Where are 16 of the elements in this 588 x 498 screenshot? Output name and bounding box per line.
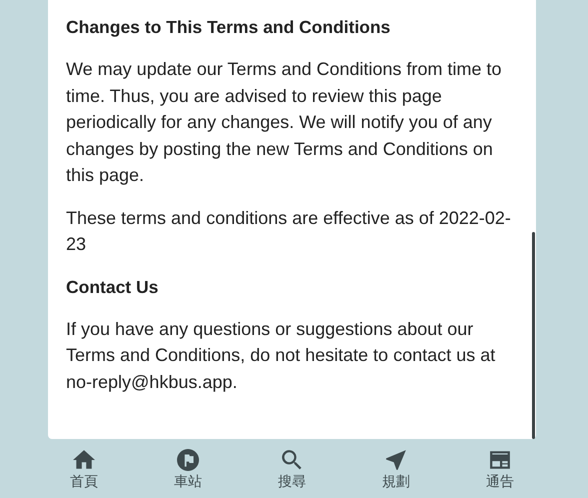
paragraph: We may update our Terms and Conditions from time to time. Thus, you are advised to review this page periodically for any changes. We will notify you of any changes by posting the new Terms and Conditions on this page. [66, 58, 503, 187]
flag-icon [177, 449, 199, 471]
paragraph: If you have any questions or suggestions about our Terms and Conditions, do not hesitate to contact us at no-reply@hkbus.app. [66, 318, 496, 394]
nav-tab[interactable]: 首頁 [48, 449, 120, 491]
section-heading: Contact Us [66, 276, 160, 298]
calendar-icon [489, 449, 511, 471]
nav-tab[interactable]: 車站 [152, 449, 224, 491]
search-icon [281, 449, 303, 471]
section-heading: Changes to This Terms and Conditions [66, 16, 392, 39]
navigation-arrow-icon [385, 449, 407, 471]
nav-tab[interactable]: 規劃 [360, 449, 432, 491]
nav-tab[interactable]: 通告 [464, 449, 536, 491]
paragraph: These terms and conditions are effective as of 2022-02-23 [66, 206, 512, 256]
scrollbar[interactable] [532, 232, 535, 439]
home-icon [73, 449, 95, 471]
nav-tab[interactable]: 搜尋 [256, 449, 328, 491]
